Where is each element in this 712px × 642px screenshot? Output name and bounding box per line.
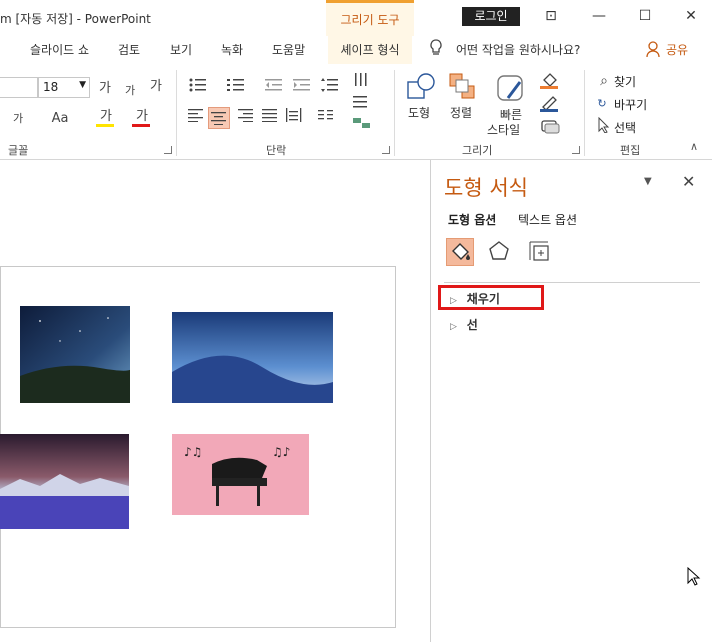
distributed-icon[interactable] bbox=[284, 108, 304, 126]
login-button[interactable]: 로그인 bbox=[462, 7, 520, 26]
font-group-label: 글꼴 bbox=[8, 144, 29, 157]
font-color-swatch bbox=[132, 124, 150, 127]
shapes-button[interactable]: 도형 bbox=[408, 104, 430, 121]
highlight-color-swatch bbox=[96, 124, 114, 127]
paragraph-dialog-launcher[interactable] bbox=[382, 146, 390, 154]
tab-shape-format[interactable]: 셰이프 형식 bbox=[328, 36, 412, 64]
align-left-icon[interactable] bbox=[186, 108, 206, 126]
text-direction-icon[interactable] bbox=[352, 72, 372, 90]
line-section-header[interactable]: ▷ 선 bbox=[450, 316, 478, 333]
justify-icon[interactable] bbox=[260, 108, 280, 126]
tab-help[interactable]: 도움말 bbox=[272, 41, 305, 58]
numbering-icon[interactable] bbox=[226, 78, 246, 96]
replace-icon: ↻ bbox=[597, 97, 607, 110]
share-person-icon bbox=[646, 40, 662, 58]
minimize-button[interactable]: — bbox=[588, 7, 610, 25]
expand-caret-icon: ▷ bbox=[450, 322, 457, 332]
pane-close-icon[interactable]: ✕ bbox=[682, 172, 695, 191]
ribbon-separator bbox=[584, 70, 585, 156]
fill-line-icon[interactable] bbox=[446, 238, 474, 266]
lightbulb-icon bbox=[428, 38, 444, 58]
quick-styles-label-2[interactable]: 스타일 bbox=[487, 121, 520, 138]
document-title: m [자동 저장] - PowerPoint bbox=[0, 12, 151, 26]
arrange-icon[interactable] bbox=[448, 72, 478, 102]
drawing-group-label: 그리기 bbox=[462, 144, 493, 157]
line-spacing-icon[interactable] bbox=[320, 78, 340, 96]
select-button[interactable]: 선택 bbox=[614, 119, 636, 136]
grand-piano-picture[interactable]: ♪♫ ♫♪ bbox=[172, 434, 309, 515]
bullets-icon[interactable] bbox=[188, 78, 208, 96]
tab-shape-options[interactable]: 도형 옵션 bbox=[448, 211, 496, 228]
align-center-icon[interactable] bbox=[208, 107, 230, 129]
increase-indent-icon[interactable] bbox=[292, 78, 312, 96]
pane-options-dropdown-icon[interactable]: ▼ bbox=[644, 176, 652, 187]
pane-divider bbox=[444, 282, 700, 283]
night-sky-hill-picture[interactable] bbox=[20, 306, 130, 403]
grow-font-button[interactable]: 가 bbox=[95, 80, 115, 98]
pane-title: 도형 서식 bbox=[444, 176, 528, 200]
paragraph-group-label: 단락 bbox=[266, 144, 287, 157]
align-text-icon[interactable] bbox=[352, 94, 372, 112]
editing-group-label: 편집 bbox=[620, 144, 641, 157]
svg-text:♪♫: ♪♫ bbox=[184, 445, 202, 459]
tell-me-search[interactable]: 어떤 작업을 원하시나요? bbox=[456, 41, 580, 58]
maximize-button[interactable]: ☐ bbox=[634, 7, 656, 25]
share-button[interactable]: 공유 bbox=[666, 41, 688, 58]
ribbon-separator bbox=[394, 70, 395, 156]
align-right-icon[interactable] bbox=[236, 108, 256, 126]
character-spacing-button[interactable]: 가 bbox=[8, 110, 28, 128]
shrink-font-button[interactable]: 가 bbox=[120, 82, 140, 100]
change-case-button[interactable]: Aa bbox=[50, 110, 70, 128]
shapes-gallery-icon[interactable] bbox=[406, 72, 438, 102]
highlight-box bbox=[438, 285, 544, 310]
font-name-combo[interactable] bbox=[0, 77, 38, 98]
collapse-ribbon-icon[interactable]: ∧ bbox=[690, 140, 698, 153]
close-window-button[interactable]: ✕ bbox=[680, 7, 702, 25]
ribbon-separator bbox=[176, 70, 177, 156]
tab-view[interactable]: 보기 bbox=[170, 41, 192, 58]
decrease-indent-icon[interactable] bbox=[264, 78, 284, 96]
mouse-cursor-icon bbox=[687, 566, 701, 587]
find-button[interactable]: 찾기 bbox=[614, 73, 636, 90]
smartart-convert-icon[interactable] bbox=[352, 116, 372, 134]
replace-button[interactable]: 바꾸기 bbox=[614, 96, 647, 113]
clear-formatting-button[interactable]: 가 bbox=[146, 78, 166, 96]
starry-lake-picture[interactable] bbox=[0, 434, 129, 529]
svg-text:♫♪: ♫♪ bbox=[272, 445, 290, 459]
size-properties-icon[interactable] bbox=[526, 238, 554, 266]
tab-record[interactable]: 녹화 bbox=[221, 41, 243, 58]
format-shape-pane bbox=[430, 160, 712, 642]
effects-pentagon-icon[interactable] bbox=[486, 238, 514, 266]
search-icon: ⌕ bbox=[600, 73, 608, 89]
drawing-tools-context-tab: 그리기 도구 bbox=[326, 0, 414, 36]
ribbon-display-options-icon[interactable]: ⊡ bbox=[540, 7, 562, 25]
select-cursor-icon bbox=[594, 116, 614, 135]
shape-fill-icon[interactable] bbox=[540, 72, 560, 90]
tab-text-options[interactable]: 텍스트 옵션 bbox=[518, 211, 577, 228]
drawing-dialog-launcher[interactable] bbox=[572, 146, 580, 154]
shape-effects-icon[interactable] bbox=[540, 118, 560, 134]
font-size-combo[interactable]: 18 ▼ bbox=[38, 77, 90, 98]
blue-mountain-picture[interactable] bbox=[172, 312, 333, 403]
arrange-button[interactable]: 정렬 bbox=[450, 104, 472, 121]
tab-review[interactable]: 검토 bbox=[118, 41, 140, 58]
quick-styles-icon[interactable] bbox=[494, 72, 528, 104]
tab-slideshow[interactable]: 슬라이드 쇼 bbox=[30, 41, 89, 58]
columns-icon[interactable] bbox=[316, 108, 336, 126]
shape-outline-icon[interactable] bbox=[540, 95, 560, 113]
font-dialog-launcher[interactable] bbox=[164, 146, 172, 154]
